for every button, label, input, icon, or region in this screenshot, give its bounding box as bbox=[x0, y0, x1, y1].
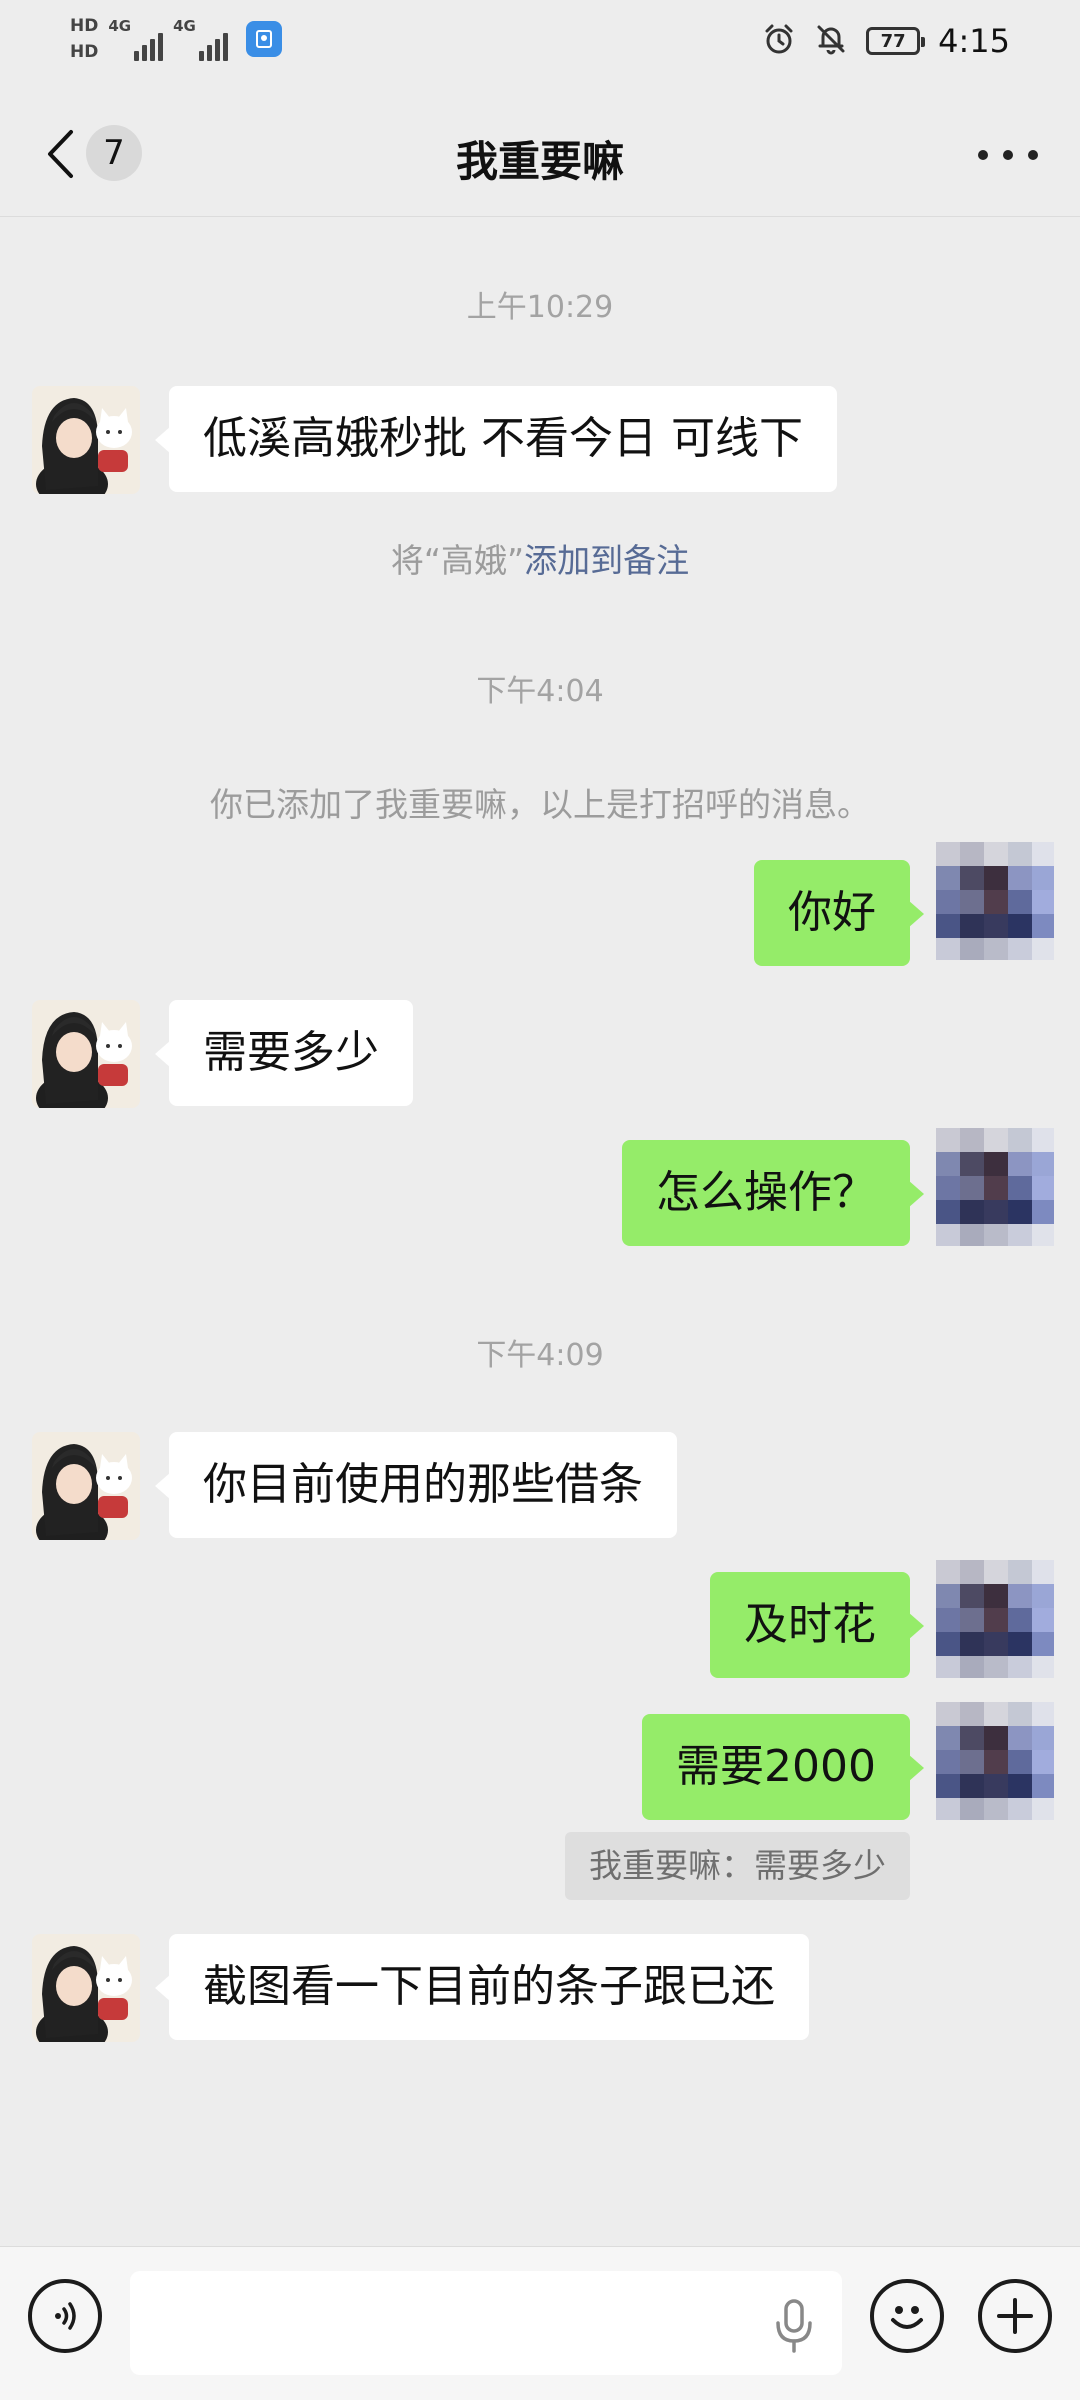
emoji-button[interactable] bbox=[870, 2279, 944, 2353]
chat-header: 7 我重要嘛 bbox=[0, 92, 1080, 217]
my-avatar-blurred[interactable] bbox=[936, 1702, 1054, 1820]
system-message: 你已添加了我重要嘛，以上是打招呼的消息。 bbox=[210, 785, 870, 824]
app-notification-icon bbox=[245, 21, 282, 57]
more-actions-button[interactable] bbox=[978, 2279, 1052, 2353]
voice-icon bbox=[55, 2302, 76, 2330]
battery-level: 77 bbox=[880, 30, 906, 52]
add-remark-prefix: 将“高娥” bbox=[390, 541, 525, 580]
battery-icon: 77 bbox=[866, 27, 926, 55]
add-remark-link[interactable]: 添加到备注 bbox=[524, 541, 689, 580]
more-button[interactable] bbox=[978, 140, 1038, 170]
contact-avatar[interactable] bbox=[32, 1000, 140, 1108]
alarm-icon bbox=[762, 22, 796, 60]
contact-avatar[interactable] bbox=[32, 386, 140, 494]
network-1-label: 4G bbox=[108, 17, 132, 35]
chat-screen: HD HD 4G 4G 77 4:15 7 我重要嘛 上午10:29 低溪高娥秒… bbox=[0, 0, 1080, 2400]
message-input[interactable] bbox=[130, 2271, 842, 2375]
signal-bar bbox=[206, 45, 212, 61]
mute-bell-icon bbox=[814, 22, 848, 60]
signal-bar bbox=[198, 51, 204, 61]
outgoing-message[interactable]: 及时花 bbox=[710, 1572, 924, 1678]
network-2-label: 4G bbox=[173, 17, 196, 35]
status-time: 4:15 bbox=[938, 22, 1010, 60]
signal-2-icon: 4G bbox=[173, 17, 228, 61]
signal-bar bbox=[142, 45, 148, 61]
incoming-message[interactable]: 低溪高娥秒批 不看今日 可线下 bbox=[155, 386, 837, 492]
emoji-icon bbox=[891, 2306, 923, 2329]
signal-1-icon: 4G bbox=[108, 17, 164, 61]
microphone-icon[interactable] bbox=[770, 2297, 818, 2353]
hd-indicators: HD HD bbox=[70, 16, 98, 62]
more-icon bbox=[1003, 150, 1013, 160]
more-icon bbox=[1028, 150, 1038, 160]
sim1-hd-label: HD bbox=[70, 16, 99, 36]
incoming-message[interactable]: 截图看一下目前的条子跟已还 bbox=[155, 1934, 809, 2040]
status-right: 77 4:15 bbox=[762, 22, 1010, 60]
contact-avatar[interactable] bbox=[32, 1934, 140, 2042]
contact-avatar[interactable] bbox=[32, 1432, 140, 1540]
my-avatar-blurred[interactable] bbox=[936, 1560, 1054, 1678]
add-remark-prompt: 将“高娥”添加到备注 bbox=[0, 534, 1080, 582]
back-button[interactable] bbox=[40, 124, 80, 184]
timestamp: 下午4:04 bbox=[476, 674, 604, 709]
input-bar bbox=[0, 2246, 1080, 2400]
signal-bar bbox=[158, 33, 164, 61]
status-left: HD HD 4G 4G bbox=[70, 16, 282, 62]
my-avatar-blurred[interactable] bbox=[936, 842, 1054, 960]
status-bar: HD HD 4G 4G 77 4:15 bbox=[0, 0, 1080, 92]
quoted-message[interactable]: 我重要嘛：需要多少 bbox=[565, 1832, 910, 1900]
signal-bar bbox=[150, 39, 156, 61]
chat-title: 我重要嘛 bbox=[455, 137, 624, 186]
plus-icon bbox=[997, 2298, 1033, 2334]
timestamp: 下午4:09 bbox=[476, 1338, 604, 1373]
my-avatar-blurred[interactable] bbox=[936, 1128, 1054, 1246]
incoming-message[interactable]: 你目前使用的那些借条 bbox=[155, 1432, 677, 1538]
timestamp: 上午10:29 bbox=[466, 290, 614, 325]
unread-count-badge[interactable]: 7 bbox=[86, 125, 142, 181]
signal-bar bbox=[222, 33, 228, 61]
voice-button[interactable] bbox=[28, 2279, 102, 2353]
more-icon bbox=[978, 150, 988, 160]
signal-bar bbox=[214, 39, 220, 61]
outgoing-message[interactable]: 怎么操作？ bbox=[622, 1140, 924, 1246]
signal-bar bbox=[134, 51, 140, 61]
incoming-message[interactable]: 需要多少 bbox=[155, 1000, 413, 1106]
outgoing-message[interactable]: 需要2000 bbox=[642, 1714, 924, 1820]
outgoing-message[interactable]: 你好 bbox=[754, 860, 924, 966]
sim2-hd-label: HD bbox=[70, 42, 99, 62]
chevron-left-icon bbox=[48, 130, 73, 178]
